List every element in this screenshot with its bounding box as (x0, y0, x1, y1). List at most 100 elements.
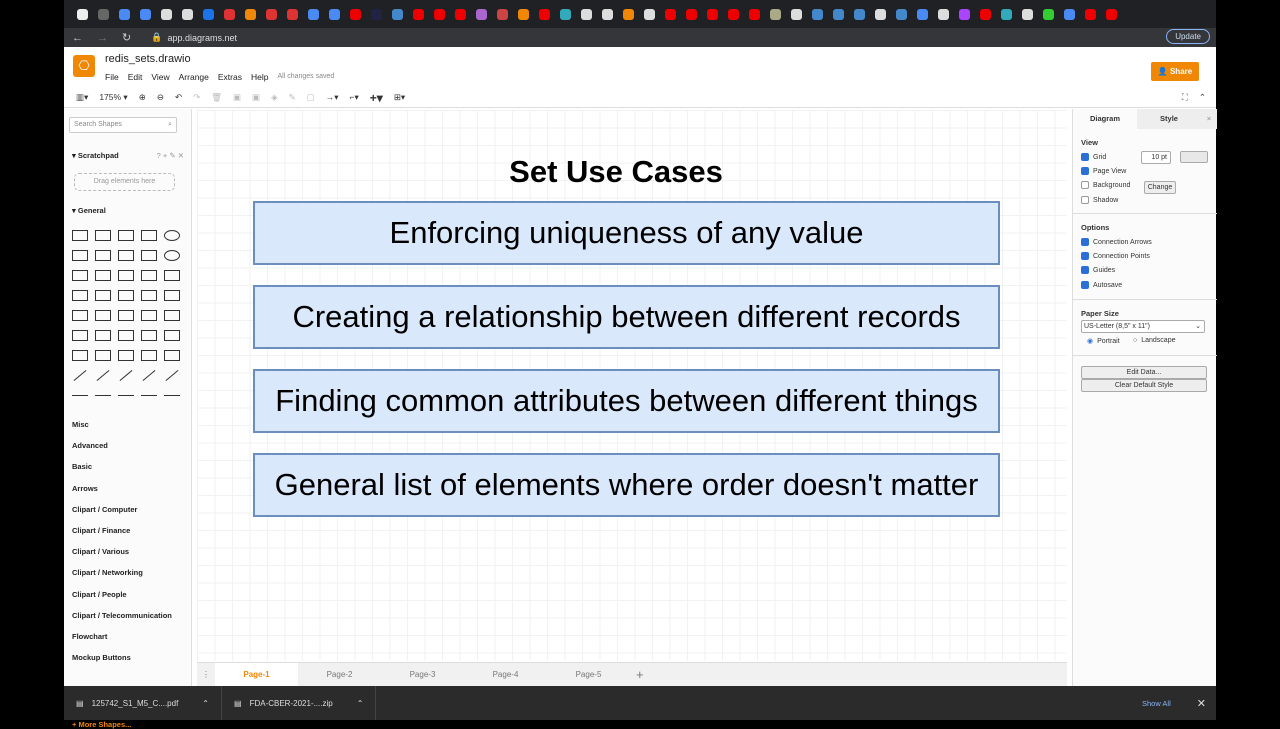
browser-tab[interactable] (938, 8, 949, 20)
shape-category[interactable]: Flowchart (72, 632, 107, 641)
browser-tab[interactable] (287, 8, 298, 20)
clear-default-style-button[interactable]: Clear Default Style (1081, 379, 1207, 392)
page-menu-icon[interactable]: ⋮ (197, 663, 215, 686)
paper-size-select[interactable]: US-Letter (8,5" x 11") ⌄ (1081, 320, 1205, 333)
shape-item[interactable] (116, 327, 136, 343)
close-panel-icon[interactable]: × (1201, 109, 1217, 129)
url-text[interactable]: app.diagrams.net (167, 33, 237, 43)
browser-tab[interactable] (98, 8, 109, 20)
browser-tab[interactable] (119, 8, 130, 20)
shape-item[interactable] (70, 247, 90, 263)
diagram-title[interactable]: Set Use Cases (197, 154, 1035, 190)
browser-tab[interactable] (203, 8, 214, 20)
shape-category[interactable]: Clipart / People (72, 590, 127, 599)
shape-item[interactable] (162, 247, 182, 263)
to-front-icon[interactable]: ▣ (233, 92, 241, 103)
reload-icon[interactable]: ↻ (122, 31, 131, 44)
landscape-radio[interactable]: ○ Landscape (1133, 337, 1176, 344)
add-page-icon[interactable]: + (636, 663, 644, 686)
shape-item[interactable] (139, 327, 159, 343)
download-item[interactable]: ▤ 125742_S1_M5_C....pdf ⌃ (64, 686, 222, 720)
shape-item[interactable] (162, 227, 182, 243)
menu-help[interactable]: Help (251, 72, 268, 82)
browser-tab[interactable] (434, 8, 445, 20)
shape-item[interactable] (70, 387, 90, 403)
browser-tab[interactable] (749, 8, 760, 20)
shadow-checkbox[interactable]: Shadow (1081, 196, 1118, 204)
shape-item[interactable] (139, 387, 159, 403)
browser-tab[interactable] (875, 8, 886, 20)
shape-item[interactable] (162, 307, 182, 323)
browser-tab[interactable] (1064, 8, 1075, 20)
browser-tab[interactable] (665, 8, 676, 20)
shape-item[interactable] (139, 247, 159, 263)
diagram-canvas[interactable]: Set Use Cases Enforcing uniqueness of an… (197, 110, 1067, 661)
browser-tab[interactable] (1085, 8, 1096, 20)
shape-item[interactable] (162, 387, 182, 403)
shape-item[interactable] (139, 227, 159, 243)
forward-icon[interactable]: → (97, 32, 108, 44)
browser-tab[interactable] (308, 8, 319, 20)
shape-item[interactable] (93, 267, 113, 283)
chevron-up-icon[interactable]: ⌃ (202, 699, 209, 708)
browser-tab[interactable] (770, 8, 781, 20)
zoom-in-icon[interactable]: ⊕ (139, 92, 146, 103)
autosave-checkbox[interactable]: Autosave (1081, 281, 1122, 289)
browser-tab[interactable] (854, 8, 865, 20)
browser-tab[interactable] (497, 8, 508, 20)
page-view-checkbox[interactable]: Page View (1081, 167, 1126, 175)
browser-tab[interactable] (560, 8, 571, 20)
back-icon[interactable]: ← (72, 32, 83, 44)
tab-style[interactable]: Style (1137, 109, 1201, 129)
background-checkbox[interactable]: Background (1081, 181, 1130, 189)
shape-item[interactable] (116, 227, 136, 243)
shape-item[interactable] (93, 327, 113, 343)
scratchpad-actions-icon[interactable]: ? + ✎ ✕ (157, 151, 184, 160)
shape-category[interactable]: Basic (72, 462, 92, 471)
browser-tab[interactable] (140, 8, 151, 20)
chevron-up-icon[interactable]: ⌃ (357, 699, 364, 708)
browser-tab[interactable] (686, 8, 697, 20)
search-shapes-input[interactable]: Search Shapes ⌕ (69, 117, 177, 133)
use-case-box[interactable]: Enforcing uniqueness of any value (253, 201, 1000, 265)
grid-color-swatch[interactable] (1180, 151, 1208, 163)
scratchpad-header[interactable]: ▾ Scratchpad? + ✎ ✕ (64, 151, 188, 160)
shape-category[interactable]: Clipart / Finance (72, 526, 130, 535)
browser-tab[interactable] (455, 8, 466, 20)
shape-item[interactable] (139, 367, 159, 383)
shape-item[interactable] (93, 307, 113, 323)
shape-item[interactable] (70, 347, 90, 363)
shape-item[interactable] (70, 327, 90, 343)
menu-edit[interactable]: Edit (128, 72, 143, 82)
grid-size-input[interactable]: 10 pt (1141, 151, 1171, 164)
shape-item[interactable] (162, 367, 182, 383)
shape-item[interactable] (70, 267, 90, 283)
shape-item[interactable] (93, 227, 113, 243)
browser-tab[interactable] (1043, 8, 1054, 20)
close-icon[interactable]: ✕ (1197, 697, 1206, 710)
browser-tab[interactable] (476, 8, 487, 20)
shape-category[interactable]: Clipart / Computer (72, 505, 137, 514)
table-icon[interactable]: ⊞▾ (394, 92, 405, 103)
shape-item[interactable] (70, 227, 90, 243)
tab-diagram[interactable]: Diagram (1073, 109, 1137, 129)
show-all-link[interactable]: Show All (1142, 699, 1171, 708)
shape-item[interactable] (162, 287, 182, 303)
shape-item[interactable] (116, 247, 136, 263)
browser-tab[interactable] (791, 8, 802, 20)
guides-checkbox[interactable]: Guides (1081, 266, 1115, 274)
browser-tab[interactable] (77, 8, 88, 20)
change-background-button[interactable]: Change (1144, 181, 1176, 194)
undo-icon[interactable]: ↶ (175, 92, 182, 103)
tab-page-5[interactable]: Page-5 (547, 663, 630, 686)
browser-tab[interactable] (329, 8, 340, 20)
shape-category[interactable]: Arrows (72, 484, 98, 493)
browser-tab[interactable] (959, 8, 970, 20)
shape-item[interactable] (93, 247, 113, 263)
browser-tab[interactable] (1022, 8, 1033, 20)
shape-item[interactable] (162, 327, 182, 343)
edit-data-button[interactable]: Edit Data... (1081, 366, 1207, 379)
download-item[interactable]: ▤ FDA-CBER-2021-....zip ⌃ (222, 686, 377, 720)
browser-tab[interactable] (623, 8, 634, 20)
more-shapes-button[interactable]: + More Shapes... (72, 720, 131, 729)
